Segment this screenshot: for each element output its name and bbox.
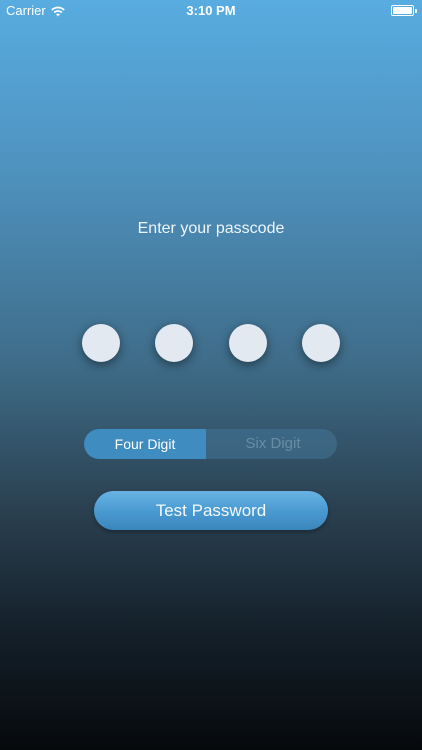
passcode-dots (0, 324, 422, 362)
passcode-dot-4 (302, 324, 340, 362)
passcode-prompt: Enter your passcode (137, 220, 285, 237)
status-time: 3:10 PM (186, 3, 236, 18)
status-bar: Carrier 3:10 PM (0, 0, 422, 22)
test-password-button[interactable]: Test Password (94, 491, 328, 530)
passcode-dot-2 (155, 324, 193, 362)
passcode-dot-1 (82, 324, 120, 362)
segment-four-digit[interactable]: Four Digit (84, 429, 206, 459)
segment-six-digit[interactable]: Six Digit (209, 429, 337, 459)
passcode-dot-3 (229, 324, 267, 362)
digit-count-segmented-control: Four Digit Six Digit (84, 429, 337, 459)
battery-full-icon (391, 5, 417, 16)
